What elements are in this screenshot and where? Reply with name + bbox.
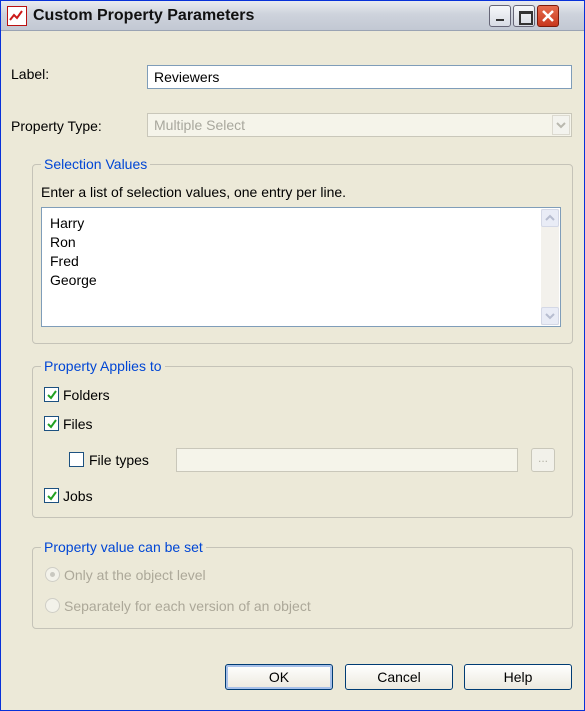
label-caption: Label: <box>11 66 50 82</box>
property-type-value: Multiple Select <box>154 117 246 133</box>
property-type-caption: Property Type: <box>11 118 102 134</box>
selection-values-title: Selection Values <box>41 156 151 172</box>
browse-button[interactable]: ... <box>531 448 555 472</box>
close-icon <box>542 10 554 22</box>
help-button[interactable]: Help <box>464 664 572 690</box>
vertical-scrollbar[interactable] <box>541 209 559 325</box>
file-types-checkbox[interactable] <box>69 452 84 467</box>
list-item: Harry <box>50 215 85 231</box>
chevron-down-icon <box>556 122 566 129</box>
cancel-button[interactable]: Cancel <box>345 664 453 690</box>
scroll-down-arrow[interactable] <box>541 307 559 325</box>
property-value-set-title: Property value can be set <box>41 539 206 555</box>
jobs-checkbox[interactable] <box>44 488 59 503</box>
dropdown-button[interactable] <box>552 115 570 135</box>
close-button[interactable] <box>537 5 559 27</box>
jobs-label[interactable]: Jobs <box>63 488 93 504</box>
folders-label[interactable]: Folders <box>63 387 110 403</box>
chart-app-icon <box>7 6 27 26</box>
scroll-up-arrow[interactable] <box>541 209 559 227</box>
property-type-select[interactable]: Multiple Select <box>147 113 572 137</box>
maximize-button[interactable] <box>513 5 535 27</box>
each-version-label[interactable]: Separately for each version of an object <box>64 598 311 614</box>
folders-checkbox[interactable] <box>44 387 59 402</box>
window-title: Custom Property Parameters <box>33 7 255 24</box>
files-checkbox[interactable] <box>44 416 59 431</box>
object-level-label[interactable]: Only at the object level <box>64 567 206 583</box>
property-applies-title: Property Applies to <box>41 358 165 374</box>
checkmark-icon <box>47 419 57 429</box>
object-level-radio[interactable] <box>45 567 60 582</box>
ok-button[interactable]: OK <box>225 664 333 690</box>
property-applies-group: Property Applies to <box>32 358 573 518</box>
list-item: Ron <box>50 234 76 250</box>
selection-values-textarea[interactable]: Harry Ron Fred George <box>41 207 561 327</box>
checkmark-icon <box>47 491 57 501</box>
file-types-label[interactable]: File types <box>89 452 149 468</box>
selection-values-instruction: Enter a list of selection values, one en… <box>41 184 347 200</box>
title-bar[interactable]: Custom Property Parameters <box>1 1 584 31</box>
minimize-button[interactable] <box>489 5 511 27</box>
label-input[interactable]: Reviewers <box>147 65 572 89</box>
file-types-input[interactable] <box>176 448 518 472</box>
chevron-down-icon <box>545 313 555 320</box>
chevron-up-icon <box>545 214 555 221</box>
files-label[interactable]: Files <box>63 416 93 432</box>
list-item: Fred <box>50 253 79 269</box>
list-item: George <box>50 272 97 288</box>
each-version-radio[interactable] <box>45 598 60 613</box>
dialog-window: Custom Property Parameters Label: Review… <box>0 0 585 711</box>
property-value-set-group: Property value can be set <box>32 539 573 629</box>
checkmark-icon <box>47 390 57 400</box>
